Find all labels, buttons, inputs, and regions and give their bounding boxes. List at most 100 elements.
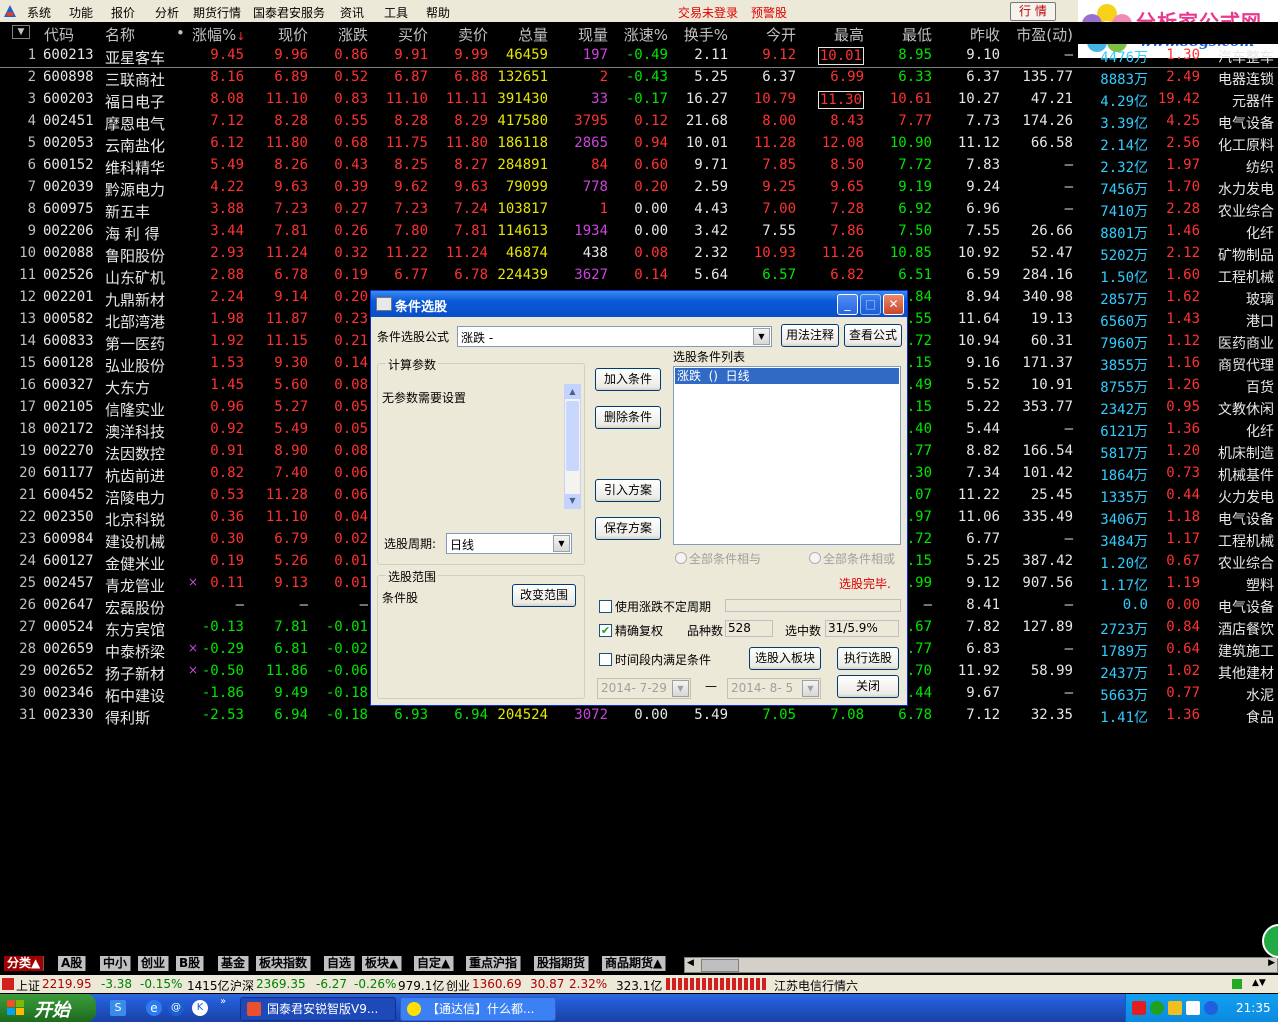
condition-list[interactable]: 涨跌 () 日线 — [673, 366, 901, 545]
tab-category[interactable]: 分类▲ — [4, 956, 45, 971]
trade-login-alert[interactable]: 交易未登录 — [678, 4, 738, 21]
table-row[interactable]: 7 002039 黔源电力 4.22 9.63 0.39 9.62 9.63 79099 778 0… — [0, 177, 1278, 199]
header-bid[interactable]: 买价 — [398, 24, 428, 45]
menu-function[interactable]: 功能 — [69, 4, 93, 21]
menu-system[interactable]: 系统 — [27, 4, 51, 21]
header-ask[interactable]: 卖价 — [458, 24, 488, 45]
header-diff[interactable]: 涨跌 — [338, 24, 368, 45]
save-scheme-button[interactable]: 保存方案 — [595, 517, 661, 540]
360-icon[interactable]: K — [192, 1000, 208, 1016]
tab-index-futures[interactable]: 股指期货 — [534, 956, 590, 971]
table-row[interactable]: 6 600152 维科精华 5.49 8.26 0.43 8.25 8.27 284891 84 0… — [0, 155, 1278, 177]
tab-key-index[interactable]: 重点沪指 — [466, 956, 522, 971]
tab-b-shares[interactable]: B股 — [176, 956, 205, 971]
header-code[interactable]: 代码 — [44, 24, 74, 45]
dialog-titlebar[interactable]: 条件选股 _ □ ✕ — [371, 291, 907, 317]
scroll-thumb[interactable] — [701, 959, 739, 972]
cell-vol: 224439 — [497, 267, 548, 283]
header-prev-close[interactable]: 昨收 — [970, 24, 1000, 45]
usage-notes-button[interactable]: 用法注释 — [781, 324, 839, 347]
run-selection-button[interactable]: 执行选股 — [837, 647, 899, 670]
uncertain-period-checkbox[interactable] — [599, 600, 612, 613]
table-row[interactable]: 5 002053 云南盐化 6.12 11.80 0.68 11.75 11.80 186118… — [0, 133, 1278, 155]
table-row[interactable]: 10 002088 鲁阳股份 2.93 11.24 0.32 11.22 11.24 46874… — [0, 243, 1278, 265]
server-name[interactable]: 江苏电信行情六 — [774, 977, 858, 994]
tab-chinext[interactable]: 创业 — [138, 956, 170, 971]
tab-a-shares[interactable]: A股 — [58, 956, 87, 971]
scroll-icon[interactable]: ▲▼ — [1252, 978, 1266, 988]
tray-icon-1[interactable] — [1132, 1001, 1146, 1015]
header-cur-volume[interactable]: 现量 — [578, 24, 608, 45]
tab-commodity-futures[interactable]: 商品期货▲ — [602, 956, 667, 971]
header-low[interactable]: 最低 — [902, 24, 932, 45]
tab-funds[interactable]: 基金 — [218, 956, 250, 971]
delete-condition-button[interactable]: 删除条件 — [595, 406, 661, 429]
header-pe[interactable]: 市盈(动) — [1016, 24, 1073, 45]
table-row[interactable]: 31 002330 得利斯 -2.53 6.94 -0.18 6.93 6.94 204524 3… — [0, 705, 1278, 727]
import-scheme-button[interactable]: 引入方案 — [595, 479, 661, 502]
task-tdx[interactable]: 【通达信】什么都... — [400, 997, 556, 1021]
menu-futures[interactable]: 期货行情 — [193, 4, 241, 21]
header-change-pct[interactable]: 涨幅%↓ — [192, 24, 245, 45]
quicklaunch-expand-icon[interactable]: » — [220, 996, 226, 1007]
task-gtja[interactable]: 国泰君安锐智版V9... — [240, 997, 396, 1021]
period-select[interactable]: 日线 ▼ — [446, 533, 572, 554]
tray-icon-4[interactable] — [1186, 1001, 1200, 1015]
exact-adjust-checkbox[interactable]: ✔ — [599, 624, 612, 637]
start-button[interactable]: 开始 — [0, 994, 96, 1022]
radio-and[interactable] — [675, 552, 687, 564]
table-row[interactable]: 3 600203 福日电子 8.08 11.10 0.83 11.10 11.11 391430… — [0, 89, 1278, 111]
header-price[interactable]: 现价 — [278, 24, 308, 45]
close-icon[interactable]: ✕ — [883, 294, 904, 315]
chevron-down-icon[interactable]: ▼ — [553, 535, 570, 552]
tab-sectors[interactable]: 板块▲ — [362, 956, 403, 971]
horizontal-scrollbar[interactable]: ◀ ▶ — [684, 957, 1278, 973]
side-float-button[interactable] — [1262, 924, 1278, 958]
header-speed[interactable]: 涨速% — [624, 24, 668, 45]
formula-select[interactable]: 涨跌 - ▼ — [457, 326, 772, 347]
scroll-left-icon[interactable]: ◀ — [687, 958, 694, 968]
add-to-block-button[interactable]: 选股入板块 — [749, 647, 821, 670]
menu-info[interactable]: 资讯 — [340, 4, 364, 21]
header-menu-icon[interactable]: ▼ — [12, 25, 30, 39]
table-row[interactable]: 1 600213 亚星客车 9.45 9.96 0.86 9.91 9.99 46459 197 -… — [0, 45, 1278, 68]
table-row[interactable]: 9 002206 海 利 得 3.44 7.81 0.26 7.80 7.81 114613 19… — [0, 221, 1278, 243]
header-turnover[interactable]: 换手% — [684, 24, 728, 45]
params-scrollbar[interactable]: ▲ ▼ — [564, 384, 581, 509]
timerange-checkbox[interactable] — [599, 653, 612, 666]
tab-custom[interactable]: 自定▲ — [414, 956, 455, 971]
header-open[interactable]: 今开 — [766, 24, 796, 45]
menu-quote[interactable]: 报价 — [111, 4, 135, 21]
table-row[interactable]: 2 600898 三联商社 8.16 6.89 0.52 6.87 6.88 132651 2 -0… — [0, 67, 1278, 89]
warning-stocks-link[interactable]: 预警股 — [751, 4, 787, 21]
minimize-icon[interactable]: _ — [837, 294, 858, 315]
radio-or[interactable] — [809, 552, 821, 564]
menu-help[interactable]: 帮助 — [426, 4, 450, 21]
quote-button[interactable]: 行 情 — [1010, 2, 1056, 21]
tray-icon-5[interactable] — [1204, 1001, 1218, 1015]
header-high[interactable]: 最高 — [834, 24, 864, 45]
header-name[interactable]: 名称 — [105, 24, 135, 45]
menu-tools[interactable]: 工具 — [384, 4, 408, 21]
app-quicklaunch-icon[interactable]: S — [110, 1000, 126, 1016]
table-row[interactable]: 11 002526 山东矿机 2.88 6.78 0.19 6.77 6.78 224439 36… — [0, 265, 1278, 287]
menu-gtja-service[interactable]: 国泰君安服务 — [253, 4, 325, 21]
browser-icon[interactable]: @ — [168, 1000, 184, 1016]
header-volume[interactable]: 总量 — [518, 24, 548, 45]
menu-analysis[interactable]: 分析 — [155, 4, 179, 21]
tab-sme[interactable]: 中小 — [100, 956, 132, 971]
tab-sector-index[interactable]: 板块指数 — [256, 956, 312, 971]
tray-icon-2[interactable] — [1150, 1001, 1164, 1015]
chevron-down-icon[interactable]: ▼ — [753, 328, 770, 345]
close-button[interactable]: 关闭 — [837, 675, 899, 698]
view-formula-button[interactable]: 查看公式 — [844, 324, 902, 347]
tab-watchlist[interactable]: 自选 — [324, 956, 356, 971]
change-range-button[interactable]: 改变范围 — [512, 584, 576, 607]
table-row[interactable]: 4 002451 摩恩电气 7.12 8.28 0.55 8.28 8.29 417580 379… — [0, 111, 1278, 133]
add-condition-button[interactable]: 加入条件 — [595, 368, 661, 391]
tray-icon-3[interactable] — [1168, 1001, 1182, 1015]
list-item[interactable]: 涨跌 () 日线 — [675, 368, 899, 384]
ie-icon[interactable]: e — [146, 1000, 162, 1016]
scroll-right-icon[interactable]: ▶ — [1268, 958, 1275, 968]
table-row[interactable]: 8 600975 新五丰 3.88 7.23 0.27 7.23 7.24 103817 1 0.0… — [0, 199, 1278, 221]
